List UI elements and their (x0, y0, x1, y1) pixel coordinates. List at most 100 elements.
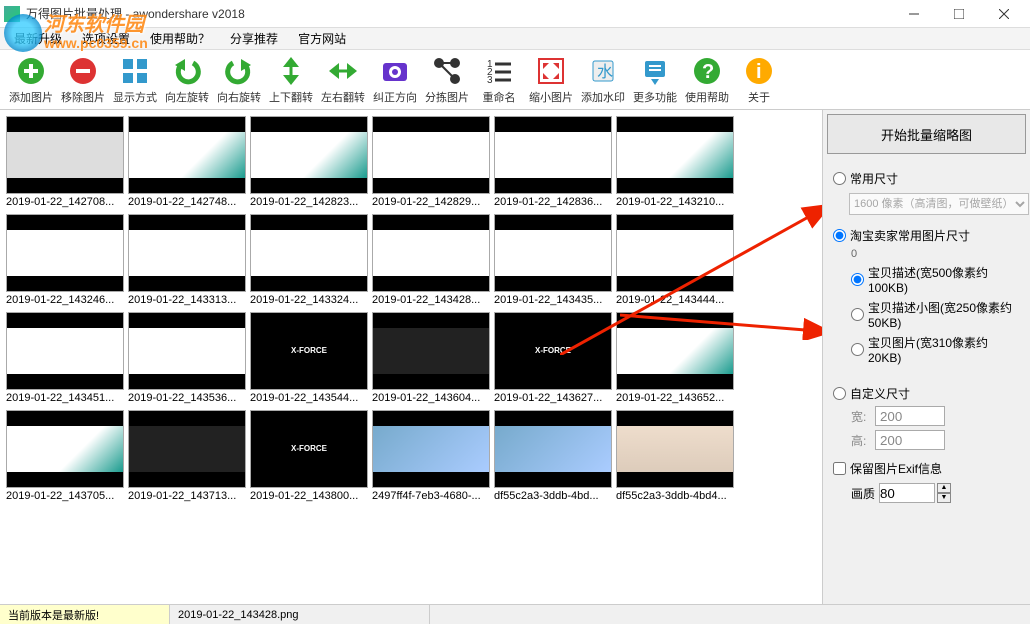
thumbnail-image (128, 410, 246, 488)
radio-common-size-input[interactable] (833, 172, 846, 185)
thumbnail-item[interactable]: 2019-01-22_143604... (372, 312, 490, 406)
toolbar-camera-button[interactable]: 纠正方向 (370, 52, 420, 108)
menu-help[interactable]: 使用帮助？ (140, 28, 220, 49)
height-input[interactable] (875, 430, 945, 450)
thumbnail-item[interactable]: 2019-01-22_143313... (128, 214, 246, 308)
quality-input[interactable] (879, 483, 935, 503)
thumbnail-item[interactable]: df55c2a3-3ddb-4bd... (494, 410, 612, 504)
radio-taobao[interactable]: 淘宝卖家常用图片尺寸 (833, 227, 1020, 244)
toolbar-label: 添加水印 (581, 89, 625, 105)
thumbnail-label: 2019-01-22_143435... (494, 292, 612, 308)
thumbnail-item[interactable]: X-FORCE2019-01-22_143800... (250, 410, 368, 504)
quality-spinner[interactable]: ▲▼ (937, 483, 951, 503)
height-row: 高: (851, 430, 1020, 450)
toolbar-water-button[interactable]: 水添加水印 (578, 52, 628, 108)
menu-share[interactable]: 分享推荐 (220, 28, 288, 49)
thumbnail-image (372, 312, 490, 390)
toolbar-rotleft-button[interactable]: 向左旋转 (162, 52, 212, 108)
thumbnail-item[interactable]: 2019-01-22_143210... (616, 116, 734, 210)
list-icon: 123 (483, 55, 515, 87)
thumbnail-item[interactable]: 2019-01-22_142829... (372, 116, 490, 210)
thumbnail-label: 2019-01-22_143444... (616, 292, 734, 308)
toolbar-label: 关于 (748, 89, 770, 105)
thumbnail-item[interactable]: X-FORCE2019-01-22_143544... (250, 312, 368, 406)
toolbar-label: 更多功能 (633, 89, 677, 105)
thumbnail-label: df55c2a3-3ddb-4bd... (494, 488, 612, 504)
toolbar-sort-button[interactable]: 分拣图片 (422, 52, 472, 108)
thumbnail-item[interactable]: 2019-01-22_142836... (494, 116, 612, 210)
remove-icon (67, 55, 99, 87)
toolbar-list-button[interactable]: 123重命名 (474, 52, 524, 108)
radio-common-size[interactable]: 常用尺寸 (833, 170, 1020, 187)
thumbnail-item[interactable]: 2019-01-22_143246... (6, 214, 124, 308)
thumbnail-image (616, 312, 734, 390)
toolbar-rotright-button[interactable]: 向右旋转 (214, 52, 264, 108)
radio-custom-size-input[interactable] (833, 387, 846, 400)
thumbnail-label: 2019-01-22_143604... (372, 390, 490, 406)
thumbnail-item[interactable]: X-FORCE2019-01-22_143627... (494, 312, 612, 406)
menu-website[interactable]: 官方网站 (288, 28, 356, 49)
radio-taobao-label: 淘宝卖家常用图片尺寸 (850, 227, 970, 244)
thumbnail-image (250, 214, 368, 292)
menu-options[interactable]: 选项设置 (72, 28, 140, 49)
thumbnail-item[interactable]: 2019-01-22_143652... (616, 312, 734, 406)
thumbnail-label: 2019-01-22_143428... (372, 292, 490, 308)
toolbar-about-button[interactable]: i 关于 (734, 52, 784, 108)
thumbnail-item[interactable]: 2019-01-22_143536... (128, 312, 246, 406)
toolbar-add-button[interactable]: 添加图片 (6, 52, 56, 108)
toolbar-shrink-button[interactable]: 缩小图片 (526, 52, 576, 108)
minimize-button[interactable] (891, 0, 936, 28)
radio-custom-size[interactable]: 自定义尺寸 (833, 385, 1020, 402)
thumbnail-image (372, 116, 490, 194)
titlebar: 万得图片批量处理 - awondershare v2018 (0, 0, 1030, 28)
toolbar-help-button[interactable]: ?使用帮助 (682, 52, 732, 108)
toolbar-grid-button[interactable]: 显示方式 (110, 52, 160, 108)
svg-text:3: 3 (487, 75, 493, 86)
toolbar-label: 纠正方向 (373, 89, 417, 105)
thumbnail-item[interactable]: 2019-01-22_142748... (128, 116, 246, 210)
toolbar-label: 向左旋转 (165, 89, 209, 105)
keep-exif-check[interactable]: 保留图片Exif信息 (833, 460, 1020, 477)
thumbnail-item[interactable]: 2497ff4f-7eb3-4680-... (372, 410, 490, 504)
side-panel: 开始批量缩略图 常用尺寸 1600 像素（高清图，可做壁纸） 淘宝卖家常用图片尺… (822, 110, 1030, 604)
radio-taobao-opt3[interactable]: 宝贝图片(宽310像素约20KB) (851, 334, 1020, 365)
toolbar-fliph-button[interactable]: 左右翻转 (318, 52, 368, 108)
toolbar-remove-button[interactable]: 移除图片 (58, 52, 108, 108)
toolbar-label: 上下翻转 (269, 89, 313, 105)
toolbar-more-button[interactable]: 更多功能 (630, 52, 680, 108)
thumbnail-label: 2019-01-22_142823... (250, 194, 368, 210)
thumbnail-item[interactable]: 2019-01-22_143451... (6, 312, 124, 406)
toolbar-flipv-button[interactable]: 上下翻转 (266, 52, 316, 108)
app-icon (4, 6, 20, 22)
thumbnail-image: X-FORCE (250, 312, 368, 390)
radio-custom-size-label: 自定义尺寸 (850, 385, 910, 402)
common-size-select[interactable]: 1600 像素（高清图，可做壁纸） (849, 193, 1029, 215)
menu-update[interactable]: 最新升级 (4, 28, 72, 49)
keep-exif-input[interactable] (833, 462, 846, 475)
thumbnail-item[interactable]: 2019-01-22_143324... (250, 214, 368, 308)
radio-taobao-input[interactable] (833, 229, 846, 242)
menubar: 最新升级 选项设置 使用帮助？ 分享推荐 官方网站 (0, 28, 1030, 50)
radio-taobao-opt1[interactable]: 宝贝描述(宽500像素约100KB) (851, 264, 1020, 295)
help-icon: ? (691, 55, 723, 87)
maximize-button[interactable] (936, 0, 981, 28)
thumbnail-item[interactable]: df55c2a3-3ddb-4bd4... (616, 410, 734, 504)
thumbnail-item[interactable]: 2019-01-22_142708... (6, 116, 124, 210)
thumbnail-item[interactable]: 2019-01-22_143705... (6, 410, 124, 504)
thumbnail-area[interactable]: 2019-01-22_142708...2019-01-22_142748...… (0, 110, 822, 604)
width-input[interactable] (875, 406, 945, 426)
close-button[interactable] (981, 0, 1026, 28)
thumbnail-item[interactable]: 2019-01-22_143435... (494, 214, 612, 308)
svg-text:水: 水 (597, 63, 613, 81)
thumbnail-item[interactable]: 2019-01-22_143713... (128, 410, 246, 504)
toolbar-label: 分拣图片 (425, 89, 469, 105)
thumbnail-image (494, 116, 612, 194)
about-icon: i (743, 55, 775, 87)
radio-taobao-opt2[interactable]: 宝贝描述小图(宽250像素约50KB) (851, 299, 1020, 330)
thumbnail-image (128, 116, 246, 194)
thumbnail-item[interactable]: 2019-01-22_142823... (250, 116, 368, 210)
thumbnail-item[interactable]: 2019-01-22_143444... (616, 214, 734, 308)
thumbnail-item[interactable]: 2019-01-22_143428... (372, 214, 490, 308)
more-icon (639, 55, 671, 87)
start-batch-button[interactable]: 开始批量缩略图 (827, 114, 1026, 154)
